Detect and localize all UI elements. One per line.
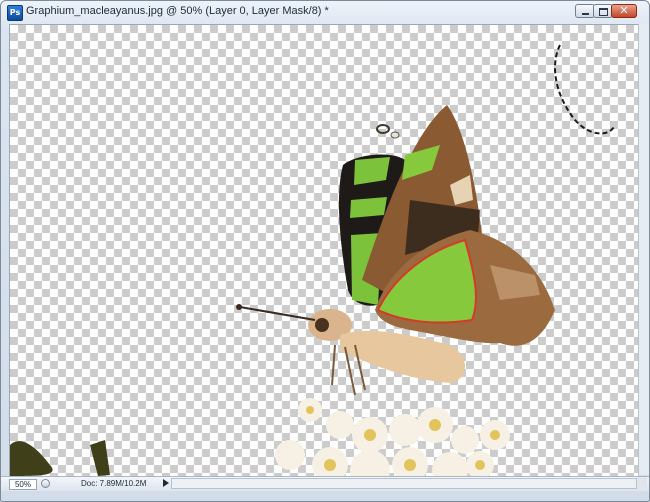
image-canvas[interactable] xyxy=(9,24,638,476)
close-button[interactable]: ✕ xyxy=(611,4,637,18)
maximize-button[interactable] xyxy=(593,4,613,18)
minimize-button[interactable] xyxy=(575,4,595,18)
butterfly-image xyxy=(10,44,616,476)
doc-size-info: Doc: 7.89M/10.2M xyxy=(81,479,147,488)
window-title: Graphium_macleayanus.jpg @ 50% (Layer 0,… xyxy=(26,5,329,17)
document-window: Ps Graphium_macleayanus.jpg @ 50% (Layer… xyxy=(0,0,650,502)
navigator-icon[interactable] xyxy=(41,479,50,488)
back-wing-stripe xyxy=(350,197,387,218)
fragment xyxy=(390,131,400,139)
zoom-level-field[interactable]: 50% xyxy=(9,479,37,490)
antenna xyxy=(239,306,316,321)
ps-app-icon: Ps xyxy=(7,5,23,21)
leaf xyxy=(90,440,110,476)
mask-stroke xyxy=(554,44,616,135)
flower-cluster xyxy=(275,398,510,476)
leaf xyxy=(10,441,53,476)
resize-grip[interactable] xyxy=(637,477,647,489)
status-bar: 50% Doc: 7.89M/10.2M xyxy=(1,476,649,491)
vertical-scrollbar[interactable] xyxy=(638,24,649,475)
horizontal-scrollbar[interactable] xyxy=(171,478,637,489)
close-icon: ✕ xyxy=(619,4,629,17)
fragment xyxy=(376,124,390,134)
antenna-tip xyxy=(236,304,242,310)
abdomen xyxy=(340,330,465,383)
play-icon[interactable] xyxy=(163,479,169,487)
eye xyxy=(315,318,329,332)
title-bar[interactable]: Ps Graphium_macleayanus.jpg @ 50% (Layer… xyxy=(1,1,649,23)
